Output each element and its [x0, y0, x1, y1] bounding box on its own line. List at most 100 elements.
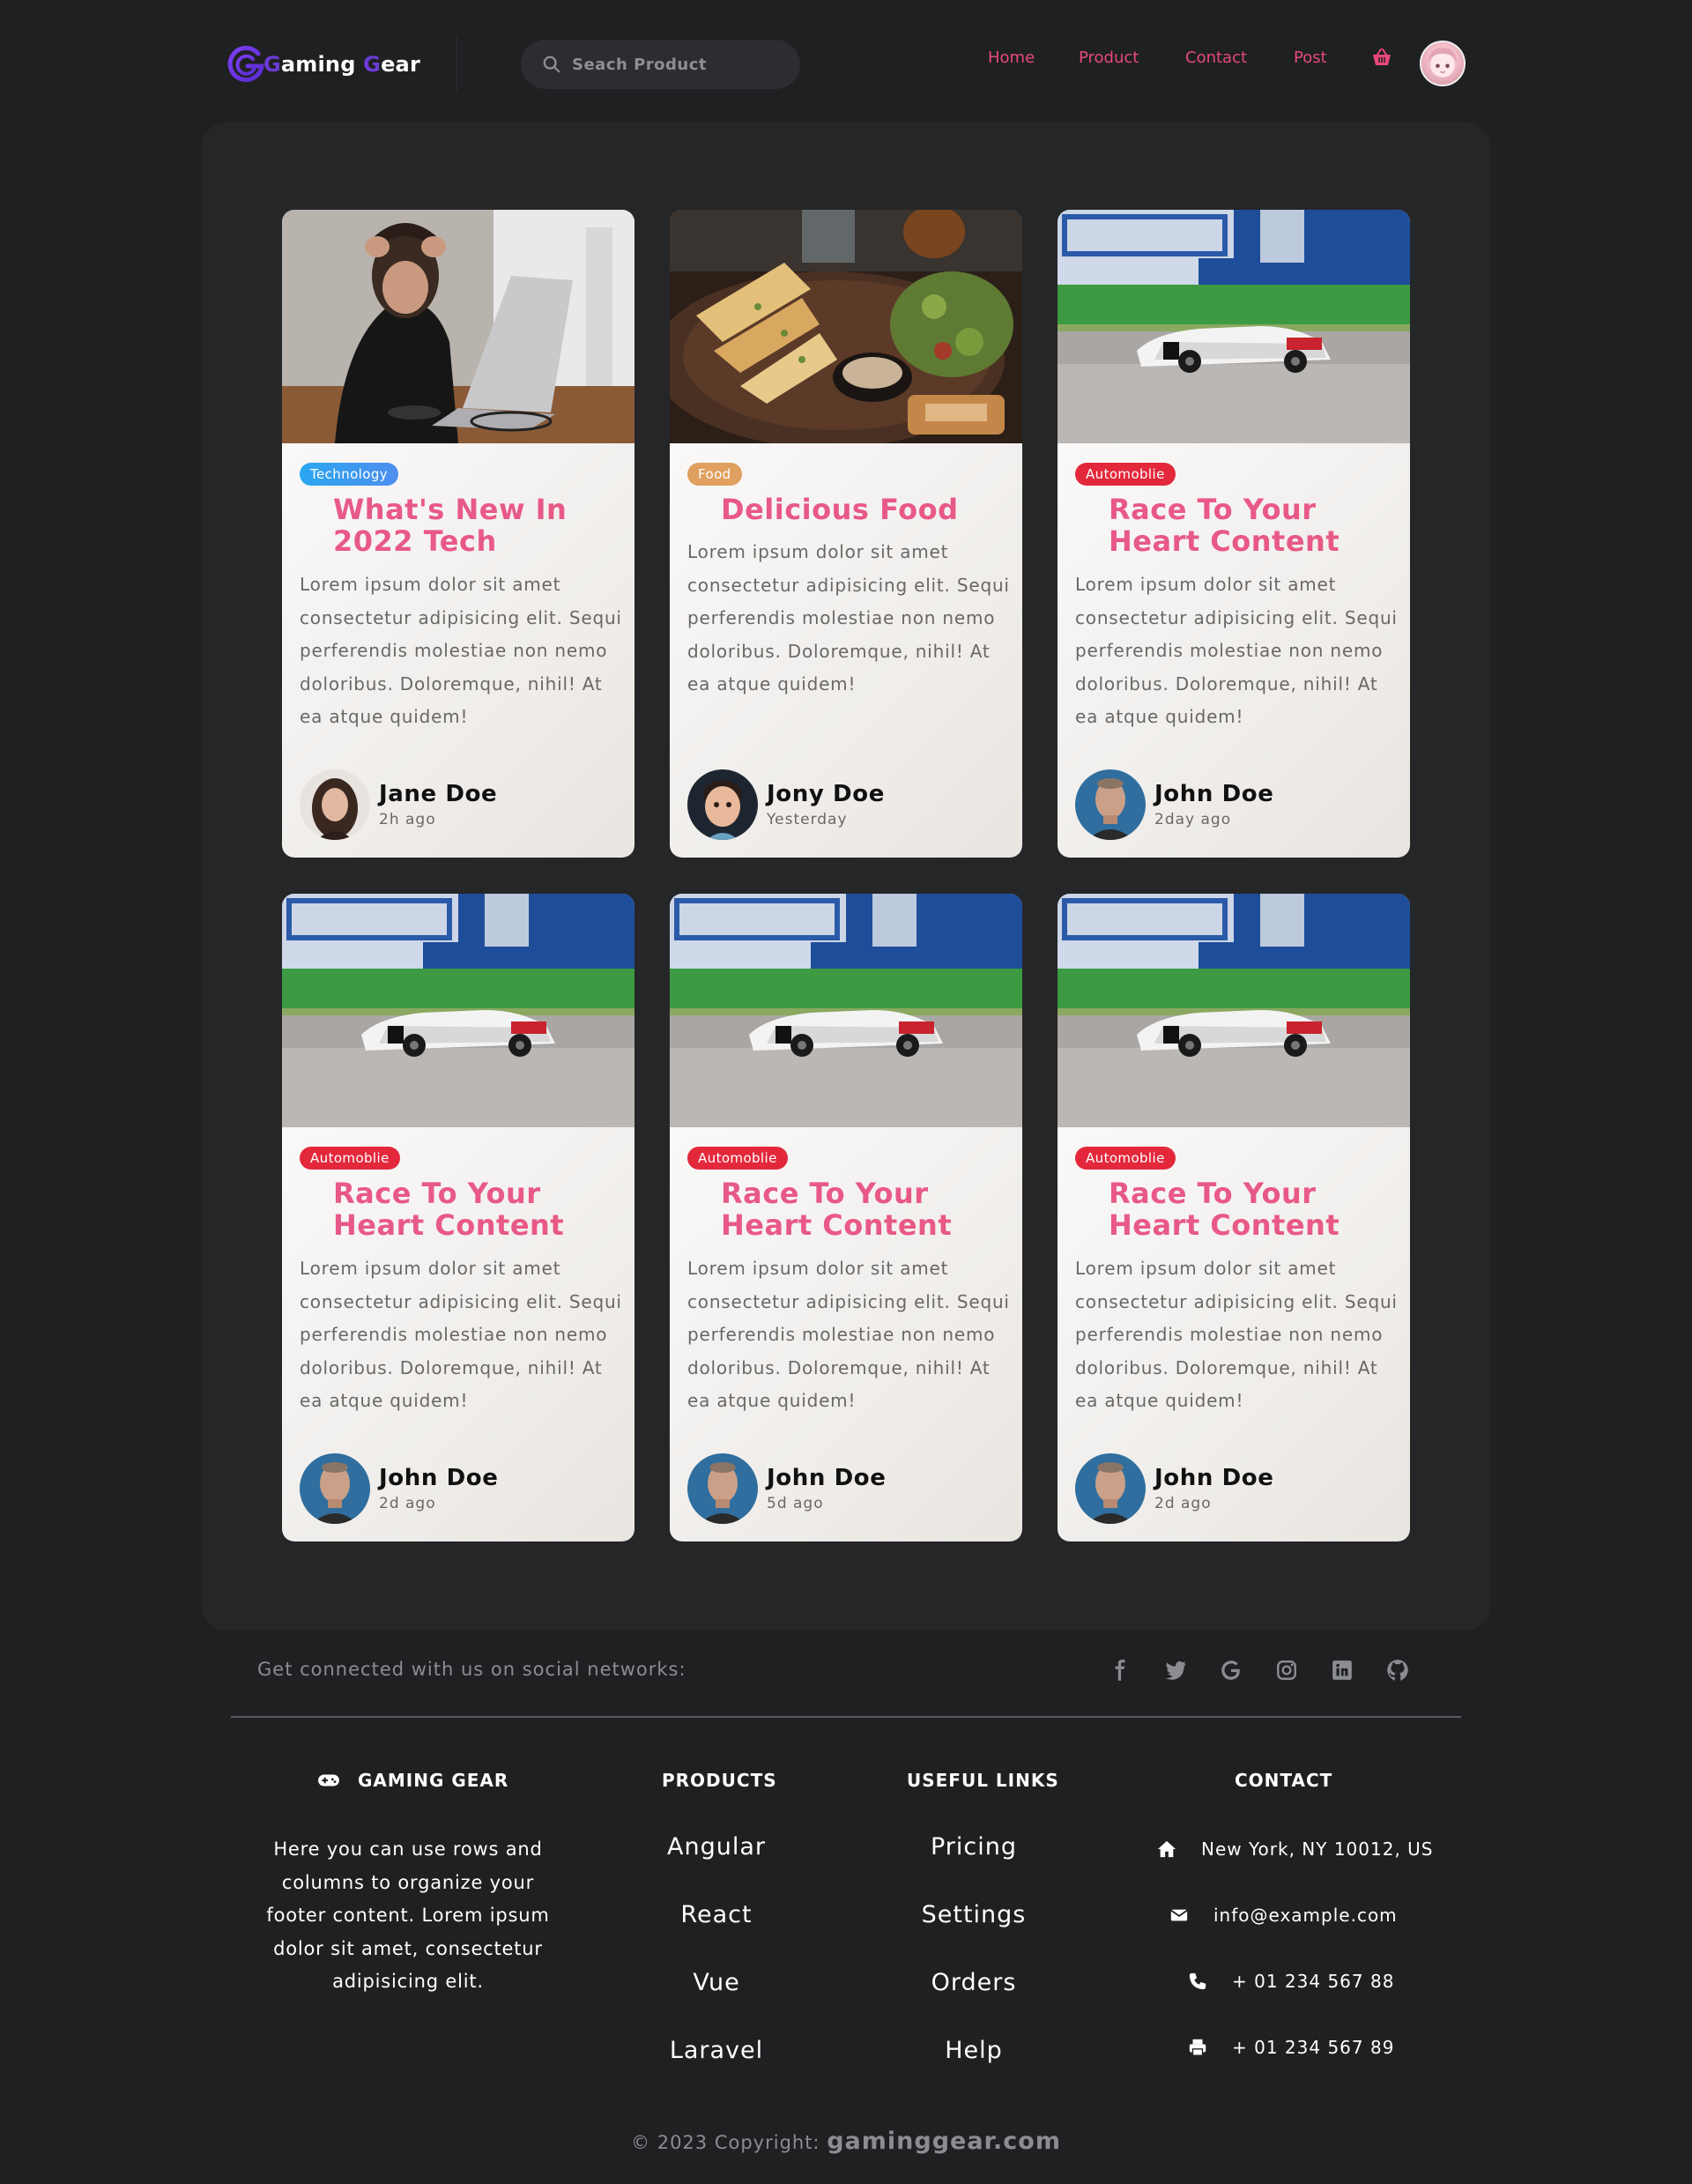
- post-time: 2day ago: [1154, 811, 1232, 828]
- search-input[interactable]: Seach Product: [521, 40, 800, 89]
- author-name: Jane Doe: [379, 781, 498, 807]
- contact-phone: + 01 234 567 88: [1188, 1971, 1394, 1992]
- post-time: 2h ago: [379, 811, 436, 828]
- post-card[interactable]: Automoblie Race To Your Heart Content Lo…: [1058, 210, 1410, 858]
- author-avatar: [300, 1453, 370, 1524]
- site-link[interactable]: gaminggear.com: [827, 2128, 1061, 2155]
- footer-brand-name: GAMING GEAR: [358, 1770, 509, 1791]
- logo-g-icon: [227, 46, 264, 82]
- nav-home-link[interactable]: Home: [988, 48, 1035, 67]
- post-card[interactable]: Automoblie Race To Your Heart Content Lo…: [282, 894, 634, 1541]
- anime-avatar-image: [1428, 48, 1458, 78]
- nav-divider: [456, 35, 457, 93]
- post-excerpt: Lorem ipsum dolor sit amet consectetur a…: [1075, 574, 1398, 727]
- footer-link-orders[interactable]: Orders: [886, 1969, 1062, 1996]
- products-heading: PRODUCTS: [662, 1770, 777, 1791]
- phone-icon: [1189, 1972, 1206, 1990]
- author-avatar: [1075, 769, 1146, 840]
- search-icon: [543, 56, 560, 73]
- gamepad-icon: [318, 1774, 339, 1787]
- twitter-icon[interactable]: [1164, 1659, 1187, 1682]
- post-image-tech: [282, 210, 634, 443]
- footer-brand: GAMING GEAR: [317, 1770, 508, 1791]
- post-author: Jane Doe 2h ago: [300, 769, 497, 840]
- category-badge[interactable]: Automoblie: [687, 1147, 788, 1170]
- post-card[interactable]: Automoblie Race To Your Heart Content Lo…: [670, 894, 1022, 1541]
- author-avatar: [687, 769, 758, 840]
- post-title[interactable]: Race To Your Heart Content: [1109, 494, 1399, 557]
- post-title[interactable]: Race To Your Heart Content: [333, 1177, 624, 1241]
- footer-link-pricing[interactable]: Pricing: [886, 1833, 1062, 1861]
- brand-logo[interactable]: Gaming Gear: [225, 42, 420, 86]
- post-time: 2d ago: [1154, 1495, 1212, 1512]
- social-connect-text: Get connected with us on social networks…: [257, 1659, 686, 1680]
- author-name: John Doe: [1154, 1465, 1274, 1491]
- post-card[interactable]: Food Delicious Food Lorem ipsum dolor si…: [670, 210, 1022, 858]
- nav-contact-link[interactable]: Contact: [1185, 48, 1247, 67]
- post-image-race: [1058, 210, 1410, 443]
- social-links: [1109, 1659, 1442, 1682]
- post-excerpt: Lorem ipsum dolor sit amet consectetur a…: [300, 574, 622, 727]
- author-name: John Doe: [767, 1465, 887, 1491]
- post-title[interactable]: Race To Your Heart Content: [1109, 1177, 1399, 1241]
- google-icon[interactable]: [1220, 1659, 1243, 1682]
- category-badge[interactable]: Technology: [300, 463, 399, 486]
- category-badge[interactable]: Automoblie: [1075, 463, 1176, 486]
- brand-name: Gaming Gear: [263, 52, 420, 77]
- post-time: 2d ago: [379, 1495, 436, 1512]
- post-author: John Doe 2d ago: [300, 1453, 499, 1524]
- post-card[interactable]: Automoblie Race To Your Heart Content Lo…: [1058, 894, 1410, 1541]
- post-time: Yesterday: [767, 811, 848, 828]
- author-avatar: [1075, 1453, 1146, 1524]
- post-time: 5d ago: [767, 1495, 824, 1512]
- footer-link-vue[interactable]: Vue: [628, 1969, 805, 1996]
- category-badge[interactable]: Automoblie: [300, 1147, 400, 1170]
- category-badge[interactable]: Automoblie: [1075, 1147, 1176, 1170]
- copyright: © 2023 Copyright: gaminggear.com: [631, 2128, 1061, 2155]
- footer-link-react[interactable]: React: [628, 1901, 805, 1928]
- nav-product-link[interactable]: Product: [1079, 48, 1139, 67]
- category-badge[interactable]: Food: [687, 463, 742, 486]
- post-image-race: [1058, 894, 1410, 1127]
- instagram-icon[interactable]: [1275, 1659, 1298, 1682]
- nav-post-link[interactable]: Post: [1294, 48, 1327, 67]
- author-name: John Doe: [1154, 781, 1274, 807]
- author-avatar: [687, 1453, 758, 1524]
- printer-icon: [1189, 2039, 1206, 2056]
- post-title[interactable]: What's New In 2022 Tech: [333, 494, 624, 557]
- post-author: John Doe 5d ago: [687, 1453, 887, 1524]
- linkedin-icon[interactable]: [1331, 1659, 1354, 1682]
- user-avatar[interactable]: [1420, 41, 1466, 86]
- author-name: Jony Doe: [767, 781, 885, 807]
- footer-link-laravel[interactable]: Laravel: [628, 2037, 805, 2064]
- post-excerpt: Lorem ipsum dolor sit amet consectetur a…: [687, 1258, 1010, 1411]
- navbar: Gaming Gear Seach Product Home Product C…: [0, 0, 1692, 123]
- contact-fax: + 01 234 567 89: [1188, 2037, 1394, 2058]
- author-avatar: [300, 769, 370, 840]
- post-excerpt: Lorem ipsum dolor sit amet consectetur a…: [300, 1258, 622, 1411]
- footer-link-help[interactable]: Help: [886, 2037, 1062, 2064]
- facebook-icon[interactable]: [1109, 1659, 1132, 1682]
- post-title[interactable]: Race To Your Heart Content: [721, 1177, 1012, 1241]
- author-name: John Doe: [379, 1465, 499, 1491]
- contact-heading: CONTACT: [1235, 1770, 1333, 1791]
- post-title[interactable]: Delicious Food: [721, 494, 1012, 525]
- footer-about-text: Here you can use rows and columns to org…: [266, 1839, 550, 1992]
- post-image-race: [282, 894, 634, 1127]
- github-icon[interactable]: [1386, 1659, 1409, 1682]
- footer-link-angular[interactable]: Angular: [628, 1833, 805, 1861]
- contact-email: info@example.com: [1169, 1905, 1398, 1926]
- post-image-food: [670, 210, 1022, 443]
- post-excerpt: Lorem ipsum dolor sit amet consectetur a…: [1075, 1258, 1398, 1411]
- post-author: John Doe 2day ago: [1075, 769, 1274, 840]
- footer-divider: [231, 1716, 1461, 1718]
- footer-link-settings[interactable]: Settings: [886, 1901, 1062, 1928]
- envelope-icon: [1170, 1909, 1188, 1921]
- home-icon: [1157, 1840, 1176, 1858]
- shopping-basket-icon[interactable]: [1371, 48, 1392, 67]
- useful-links-heading: USEFUL LINKS: [907, 1770, 1059, 1791]
- post-card[interactable]: Technology What's New In 2022 Tech Lorem…: [282, 210, 634, 858]
- post-image-race: [670, 894, 1022, 1127]
- post-author: Jony Doe Yesterday: [687, 769, 885, 840]
- contact-address: New York, NY 10012, US: [1157, 1839, 1434, 1860]
